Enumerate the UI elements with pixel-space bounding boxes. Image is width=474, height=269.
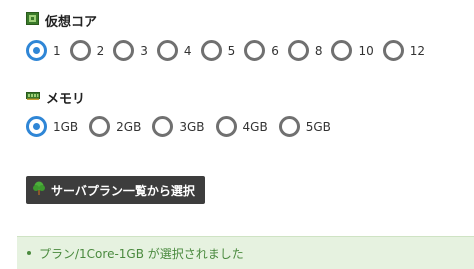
cpu-option-8[interactable]: 8 xyxy=(287,40,323,61)
radio-button[interactable] xyxy=(200,40,222,61)
memory-option-3gb[interactable]: 3GB xyxy=(152,116,205,137)
cpu-option-3[interactable]: 3 xyxy=(113,40,148,61)
cpu-option-12[interactable]: 12 xyxy=(382,40,426,61)
memory-option-label: 3GB xyxy=(179,119,205,134)
cpu-option-label: 5 xyxy=(227,43,236,58)
memory-option-label: 1GB xyxy=(53,119,79,134)
cpu-option-label: 1 xyxy=(53,43,61,58)
cpu-option-10[interactable]: 10 xyxy=(331,40,374,61)
radio-button[interactable] xyxy=(113,40,135,61)
radio-button[interactable] xyxy=(244,40,266,61)
memory-option-5gb[interactable]: 5GB xyxy=(278,116,331,137)
cpu-option-label: 6 xyxy=(271,43,279,58)
radio-button-selected[interactable] xyxy=(26,116,47,137)
memory-option-label: 5GB xyxy=(305,119,331,134)
tree-icon xyxy=(32,181,46,199)
cpu-option-2[interactable]: 2 xyxy=(69,40,105,61)
memory-option-2gb[interactable]: 2GB xyxy=(89,116,141,137)
memory-module-icon xyxy=(26,90,40,105)
memory-option-4gb[interactable]: 4GB xyxy=(215,116,268,137)
plan-button-label: サーバプラン一覧から選択 xyxy=(51,183,195,198)
memory-section-title: メモリ xyxy=(26,88,85,107)
cpu-radio-group: 1 2 3 4 5 6 8 10 12 xyxy=(26,40,434,61)
cpu-option-label: 12 xyxy=(409,43,426,58)
cpu-option-label: 2 xyxy=(96,43,105,58)
select-from-plan-list-button[interactable]: サーバプラン一覧から選択 xyxy=(26,176,205,204)
radio-button[interactable] xyxy=(331,40,353,61)
radio-button[interactable] xyxy=(215,116,237,137)
cpu-title-label: 仮想コア xyxy=(45,15,98,30)
radio-button[interactable] xyxy=(89,116,111,137)
memory-option-1gb[interactable]: 1GB xyxy=(26,116,78,137)
cpu-option-5[interactable]: 5 xyxy=(200,40,236,61)
memory-option-label: 2GB xyxy=(116,119,142,134)
radio-button[interactable] xyxy=(287,40,309,61)
memory-radio-group: 1GB 2GB 3GB 4GB 5GB xyxy=(26,116,342,137)
cpu-option-4[interactable]: 4 xyxy=(156,40,192,61)
radio-button-selected[interactable] xyxy=(26,40,47,61)
radio-button[interactable] xyxy=(156,40,178,61)
cpu-option-label: 8 xyxy=(314,43,323,58)
cpu-option-label: 10 xyxy=(358,43,374,58)
cpu-section-title: 仮想コア xyxy=(26,11,97,30)
cpu-option-6[interactable]: 6 xyxy=(244,40,279,61)
bullet-icon xyxy=(27,251,31,255)
radio-button[interactable] xyxy=(152,116,174,137)
memory-title-label: メモリ xyxy=(46,92,86,107)
cpu-option-label: 4 xyxy=(183,43,192,58)
radio-button[interactable] xyxy=(382,40,404,61)
memory-option-label: 4GB xyxy=(242,119,268,134)
radio-button[interactable] xyxy=(278,116,300,137)
status-message-text: プラン/1Core-1GB が選択されました xyxy=(39,246,244,261)
radio-button[interactable] xyxy=(69,40,91,61)
cpu-option-label: 3 xyxy=(140,43,148,58)
cpu-option-1[interactable]: 1 xyxy=(26,40,61,61)
cpu-chip-icon xyxy=(26,12,39,29)
selection-status-message: プラン/1Core-1GB が選択されました xyxy=(17,236,474,269)
